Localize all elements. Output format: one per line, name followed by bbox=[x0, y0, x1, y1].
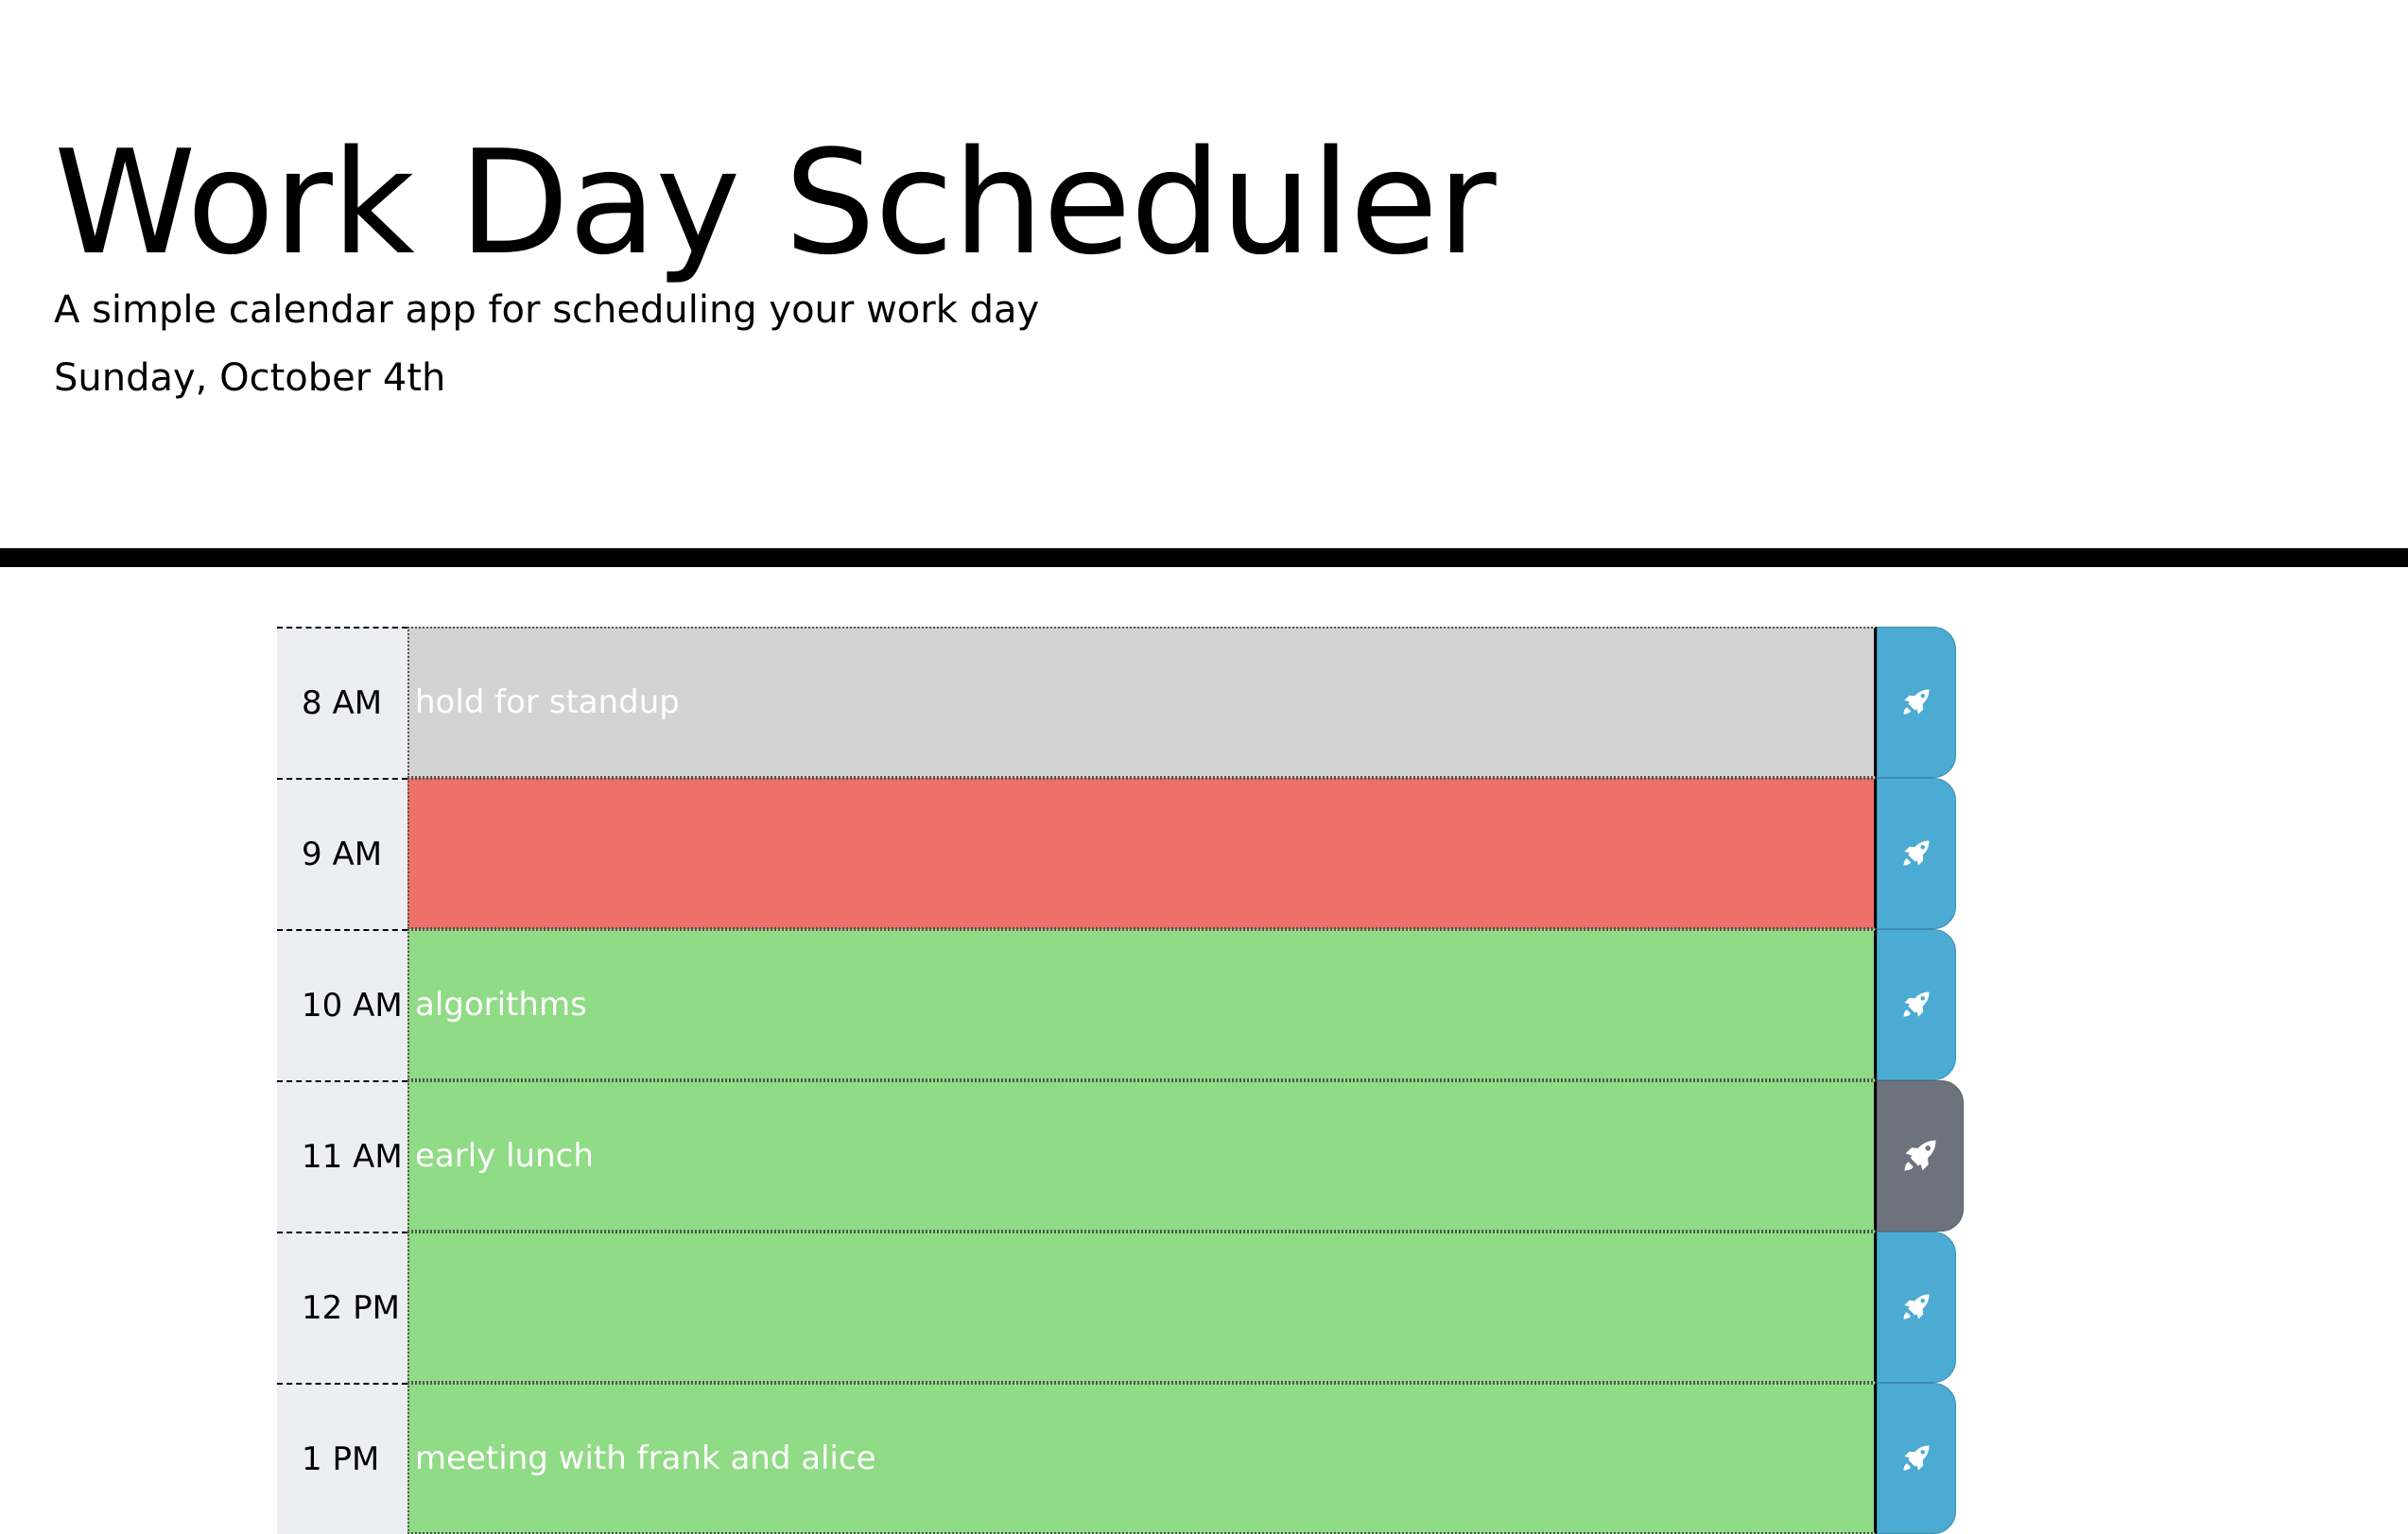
save-button[interactable] bbox=[1877, 627, 1956, 778]
timeblock-row: 8 AM hold for standup bbox=[277, 627, 1969, 778]
timeblock-row: 1 PM meeting with frank and alice bbox=[277, 1383, 1969, 1534]
save-button[interactable] bbox=[1877, 1232, 1956, 1383]
description-textarea[interactable]: meeting with frank and alice bbox=[407, 1383, 1877, 1534]
save-button[interactable] bbox=[1877, 778, 1956, 929]
description-textarea[interactable]: early lunch bbox=[407, 1080, 1877, 1232]
header-divider bbox=[0, 548, 2408, 567]
header: Work Day Scheduler A simple calendar app… bbox=[0, 0, 2408, 548]
rocket-icon bbox=[1903, 689, 1930, 715]
timeblock-row: 12 PM bbox=[277, 1232, 1969, 1383]
hour-label: 8 AM bbox=[277, 627, 407, 778]
page-title: Work Day Scheduler bbox=[54, 119, 1497, 286]
timeblock-row: 9 AM bbox=[277, 778, 1969, 929]
rocket-icon bbox=[1904, 1140, 1936, 1171]
timeblock-list: 8 AM hold for standup 9 AM 10 AM algorit… bbox=[277, 627, 1969, 1534]
current-day: Sunday, October 4th bbox=[54, 356, 446, 400]
hour-label: 1 PM bbox=[277, 1383, 407, 1534]
save-button[interactable] bbox=[1877, 1383, 1956, 1534]
timeblock-row: 11 AM early lunch bbox=[277, 1080, 1969, 1232]
description-textarea[interactable]: hold for standup bbox=[407, 627, 1877, 778]
hour-label: 11 AM bbox=[277, 1080, 407, 1232]
hour-label: 10 AM bbox=[277, 929, 407, 1080]
description-textarea[interactable] bbox=[407, 778, 1877, 929]
page-subtitle: A simple calendar app for scheduling you… bbox=[54, 288, 1040, 332]
rocket-icon bbox=[1903, 991, 1930, 1017]
rocket-icon bbox=[1903, 1445, 1930, 1471]
save-button[interactable] bbox=[1877, 929, 1956, 1080]
rocket-icon bbox=[1903, 840, 1930, 866]
hour-label: 12 PM bbox=[277, 1232, 407, 1383]
hour-label: 9 AM bbox=[277, 778, 407, 929]
rocket-icon bbox=[1903, 1294, 1930, 1319]
save-button[interactable] bbox=[1877, 1080, 1964, 1232]
description-textarea[interactable]: algorithms bbox=[407, 929, 1877, 1080]
description-textarea[interactable] bbox=[407, 1232, 1877, 1383]
timeblock-row: 10 AM algorithms bbox=[277, 929, 1969, 1080]
